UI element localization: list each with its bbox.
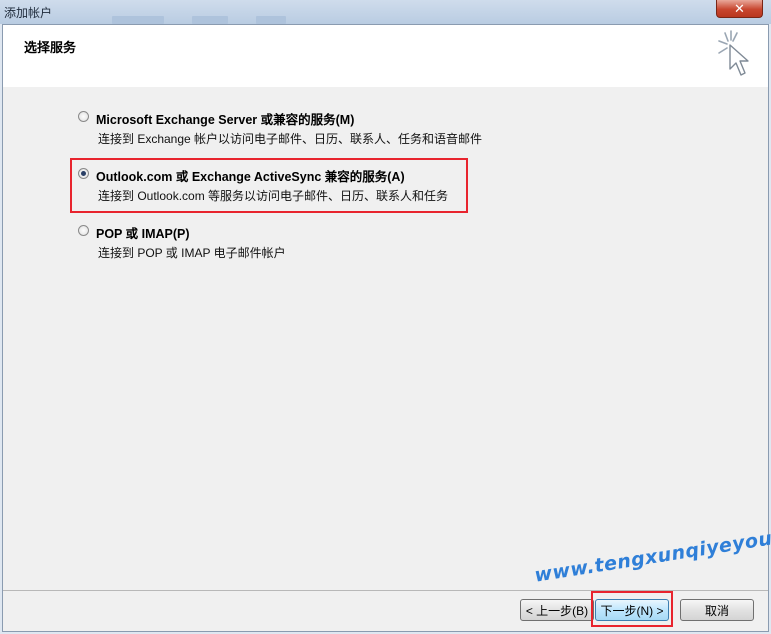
title-bar-ghost-text (112, 16, 164, 24)
watermark-text: www.tengxunqiyeyou.com (533, 519, 771, 587)
close-button[interactable]: ✕ (716, 0, 763, 18)
title-bar-ghost-text (256, 16, 286, 24)
back-button[interactable]: < 上一步(B) (520, 599, 594, 621)
radio-outlook-activesync[interactable] (78, 168, 89, 179)
add-account-dialog: 添加帐户 ✕ 选择服务 Microsoft Exchange Server 或兼… (0, 0, 771, 634)
option-label[interactable]: Outlook.com 或 Exchange ActiveSync 兼容的服务(… (96, 166, 405, 185)
radio-pop-imap[interactable] (78, 225, 89, 236)
close-icon: ✕ (734, 0, 745, 16)
option-description: 连接到 Outlook.com 等服务以访问电子邮件、日历、联系人和任务 (98, 189, 449, 203)
dialog-client-area: 选择服务 Microsoft Exchange Server 或兼容的服务(M)… (2, 24, 771, 632)
next-button[interactable]: 下一步(N) > (595, 599, 669, 621)
option-description: 连接到 POP 或 IMAP 电子邮件帐户 (98, 246, 286, 260)
title-bar[interactable]: 添加帐户 ✕ (0, 0, 771, 24)
option-label[interactable]: Microsoft Exchange Server 或兼容的服务(M) (96, 109, 354, 128)
title-bar-ghost-text (192, 16, 228, 24)
header-separator (3, 86, 768, 87)
wizard-cursor-icon (718, 30, 749, 76)
option-label[interactable]: POP 或 IMAP(P) (96, 223, 190, 242)
cancel-button[interactable]: 取消 (680, 599, 754, 621)
window-title: 添加帐户 (4, 6, 53, 20)
radio-exchange-server[interactable] (78, 111, 89, 122)
option-description: 连接到 Exchange 帐户以访问电子邮件、日历、联系人、任务和语音邮件 (98, 132, 483, 146)
page-title: 选择服务 (24, 40, 77, 55)
wizard-header: 选择服务 (3, 25, 768, 87)
